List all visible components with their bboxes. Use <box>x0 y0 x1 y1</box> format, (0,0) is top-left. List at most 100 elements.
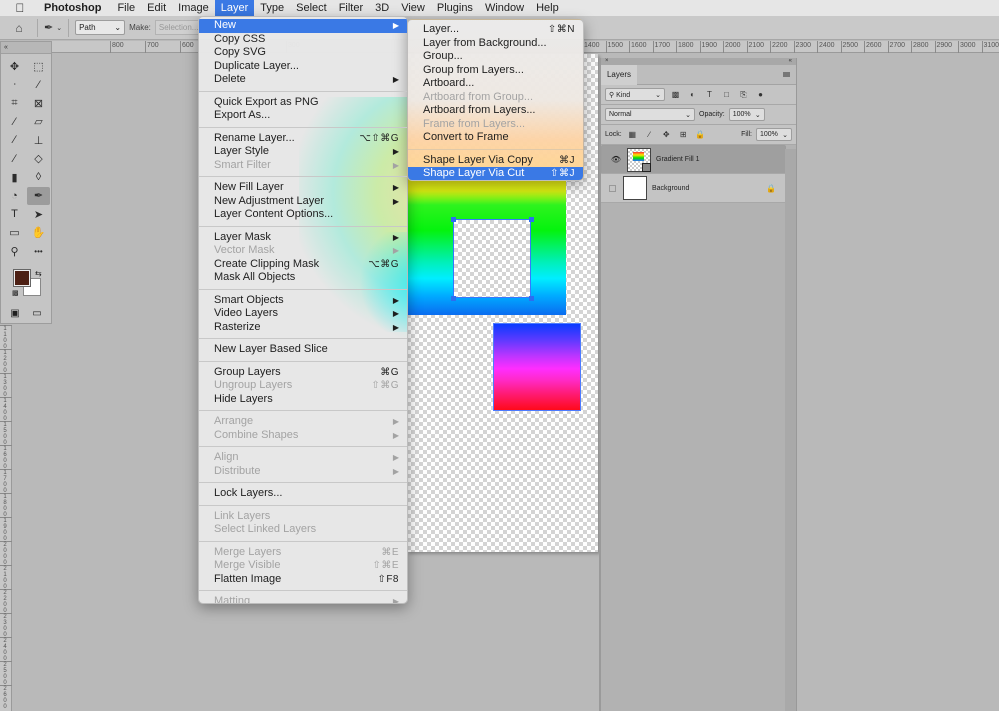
menu-edit[interactable]: Edit <box>141 0 172 16</box>
menu-item-delete[interactable]: Delete ▶ <box>199 73 407 87</box>
lock-all-icon[interactable]: 🔒 <box>694 130 707 139</box>
path-anchor-point[interactable] <box>529 217 534 222</box>
menu-item-layer-mask[interactable]: Layer Mask ▶ <box>199 231 407 245</box>
eye-icon[interactable]: 👁 <box>605 155 627 164</box>
menu-item-artboard-from-layers[interactable]: Artboard from Layers... <box>408 104 583 118</box>
filter-toggle-icon[interactable]: ● <box>754 90 767 99</box>
layer-row-background[interactable]: Background 🔒 <box>601 174 786 203</box>
layer-name[interactable]: Background <box>652 185 766 192</box>
pen-mode-select[interactable]: Path ⌄ <box>75 20 126 35</box>
path-anchor-point[interactable] <box>529 296 534 301</box>
path-selection-tool-button[interactable]: ➤ <box>27 205 50 224</box>
menu-item-arrange[interactable]: Arrange ▶ <box>199 415 407 429</box>
layer-row-gradient-fill-1[interactable]: 👁 Gradient Fill 1 <box>601 145 786 174</box>
tools-panel-header[interactable]: « <box>1 42 51 54</box>
filter-shape-icon[interactable]: □ <box>720 90 733 99</box>
menu-window[interactable]: Window <box>479 0 530 16</box>
stamp-tool-button[interactable]: ⊥ <box>27 131 50 150</box>
layers-scrollbar[interactable] <box>785 149 796 711</box>
menu-item-align[interactable]: Align ▶ <box>199 451 407 465</box>
zoom-tool-button[interactable]: ⚲ <box>3 242 26 261</box>
menu-filter[interactable]: Filter <box>333 0 369 16</box>
menu-image[interactable]: Image <box>172 0 215 16</box>
menu-item-group-from-layers[interactable]: Group from Layers... <box>408 64 583 78</box>
menu-help[interactable]: Help <box>530 0 565 16</box>
menu-item-vector-mask[interactable]: Vector Mask ▶ <box>199 244 407 258</box>
menu-item-duplicate-layer[interactable]: Duplicate Layer... <box>199 60 407 74</box>
menu-item-video-layers[interactable]: Video Layers ▶ <box>199 307 407 321</box>
healing-brush-tool-button[interactable]: ▱ <box>27 113 50 132</box>
menu-item-quick-export-as-png[interactable]: Quick Export as PNG <box>199 96 407 110</box>
apple-menu-icon[interactable]:  <box>13 0 27 16</box>
type-tool-button[interactable]: T <box>3 205 26 224</box>
menu-select[interactable]: Select <box>290 0 333 16</box>
menu-item-group[interactable]: Group... <box>408 50 583 64</box>
menu-item-distribute[interactable]: Distribute ▶ <box>199 465 407 479</box>
menu-plugins[interactable]: Plugins <box>431 0 479 16</box>
eraser-tool-button[interactable]: ◇ <box>27 150 50 169</box>
dodge-tool-button[interactable]: ◔ <box>3 187 26 206</box>
menu-item-copy-svg[interactable]: Copy SVG <box>199 46 407 60</box>
quick-mask-icon[interactable]: ▣ <box>10 308 19 319</box>
menu-item-group-layers[interactable]: Group Layers ⌘G <box>199 366 407 380</box>
brush-tool-button[interactable]: ∕ <box>3 131 26 150</box>
lock-icon[interactable]: 🔒 <box>766 184 776 193</box>
swap-colors-icon[interactable]: ⇆ <box>35 269 42 278</box>
menu-item-rasterize[interactable]: Rasterize ▶ <box>199 321 407 335</box>
menu-view[interactable]: View <box>395 0 431 16</box>
gradient-frame-shape[interactable] <box>407 174 566 315</box>
ruler-vertical[interactable]: 1100 1200 1300 1400 1500 1600 1700 1800 1900 2000… <box>0 325 12 711</box>
gradient-square-shape[interactable] <box>493 323 581 411</box>
menu-item-new-adjustment-layer[interactable]: New Adjustment Layer ▶ <box>199 195 407 209</box>
menu-item-mask-all-objects[interactable]: Mask All Objects <box>199 271 407 285</box>
menu-item-link-layers[interactable]: Link Layers <box>199 510 407 524</box>
eyedropper-tool-button[interactable]: ⁄ <box>3 113 26 132</box>
blur-tool-button[interactable]: ◊ <box>27 168 50 187</box>
panel-menu-icon[interactable] <box>783 72 790 77</box>
menu-layer[interactable]: Layer <box>214 0 255 16</box>
menu-item-layer-style[interactable]: Layer Style ▶ <box>199 145 407 159</box>
gradient-tool-button[interactable]: ▮ <box>3 168 26 187</box>
menu-item-hide-layers[interactable]: Hide Layers <box>199 393 407 407</box>
path-anchor-point[interactable] <box>451 217 456 222</box>
opacity-field[interactable]: 100% ⌄ <box>728 108 765 121</box>
foreground-color-swatch[interactable] <box>13 268 31 287</box>
filter-kind-select[interactable]: ⚲ Kind ⌄ <box>605 88 665 101</box>
history-brush-tool-button[interactable]: ∕ <box>3 150 26 169</box>
tab-layers[interactable]: Layers <box>601 64 637 85</box>
lock-artboard-icon[interactable]: ⊞ <box>677 130 690 139</box>
menu-item-select-linked-layers[interactable]: Select Linked Layers <box>199 523 407 537</box>
menu-item-layer-from-background[interactable]: Layer from Background... <box>408 37 583 51</box>
menu-item-convert-to-frame[interactable]: Convert to Frame <box>408 131 583 145</box>
menu-item-matting[interactable]: Matting ▶ <box>199 595 407 603</box>
menu-item-export-as[interactable]: Export As... <box>199 109 407 123</box>
menu-item-merge-layers[interactable]: Merge Layers ⌘E <box>199 546 407 560</box>
menu-item-layer-content-options[interactable]: Layer Content Options... <box>199 208 407 222</box>
menu-item-layer[interactable]: Layer... ⇧⌘N <box>408 23 583 37</box>
fill-field[interactable]: 100% ⌄ <box>756 128 792 141</box>
lock-image-icon[interactable]: ∕ <box>643 130 656 139</box>
make-selection-button[interactable]: Selection... <box>154 20 200 35</box>
menu-item-artboard-from-group[interactable]: Artboard from Group... <box>408 91 583 105</box>
hand-tool-button[interactable]: ✋ <box>27 224 50 243</box>
menu-item-smart-objects[interactable]: Smart Objects ▶ <box>199 294 407 308</box>
menu-item-frame-from-layers[interactable]: Frame from Layers... <box>408 118 583 132</box>
frame-tool-button[interactable]: ⊠ <box>27 94 50 113</box>
menu-item-flatten-image[interactable]: Flatten Image ⇧F8 <box>199 573 407 587</box>
move-tool-button[interactable]: ✥ <box>3 57 26 76</box>
filter-type-icon[interactable]: T <box>703 90 716 99</box>
tool-preset-picker[interactable]: ✒ ⌄ <box>44 21 62 34</box>
more-tools-button[interactable]: ••• <box>27 242 50 261</box>
rectangle-tool-button[interactable]: ▭ <box>3 224 26 243</box>
default-colors-icon[interactable]: ▩ <box>12 289 19 297</box>
menu-item-new[interactable]: New ▶ <box>199 19 407 33</box>
menu-item-new-fill-layer[interactable]: New Fill Layer ▶ <box>199 181 407 195</box>
visibility-toggle[interactable] <box>609 184 616 192</box>
menu-item-artboard[interactable]: Artboard... <box>408 77 583 91</box>
layer-name[interactable]: Gradient Fill 1 <box>656 156 782 163</box>
home-button[interactable]: ⌂ <box>7 17 31 39</box>
app-menu[interactable]: Photoshop <box>38 0 107 16</box>
pen-tool-button[interactable]: ✒ <box>27 186 50 205</box>
lasso-tool-button[interactable]: ᐧ <box>3 76 26 95</box>
menu-type[interactable]: Type <box>254 0 290 16</box>
